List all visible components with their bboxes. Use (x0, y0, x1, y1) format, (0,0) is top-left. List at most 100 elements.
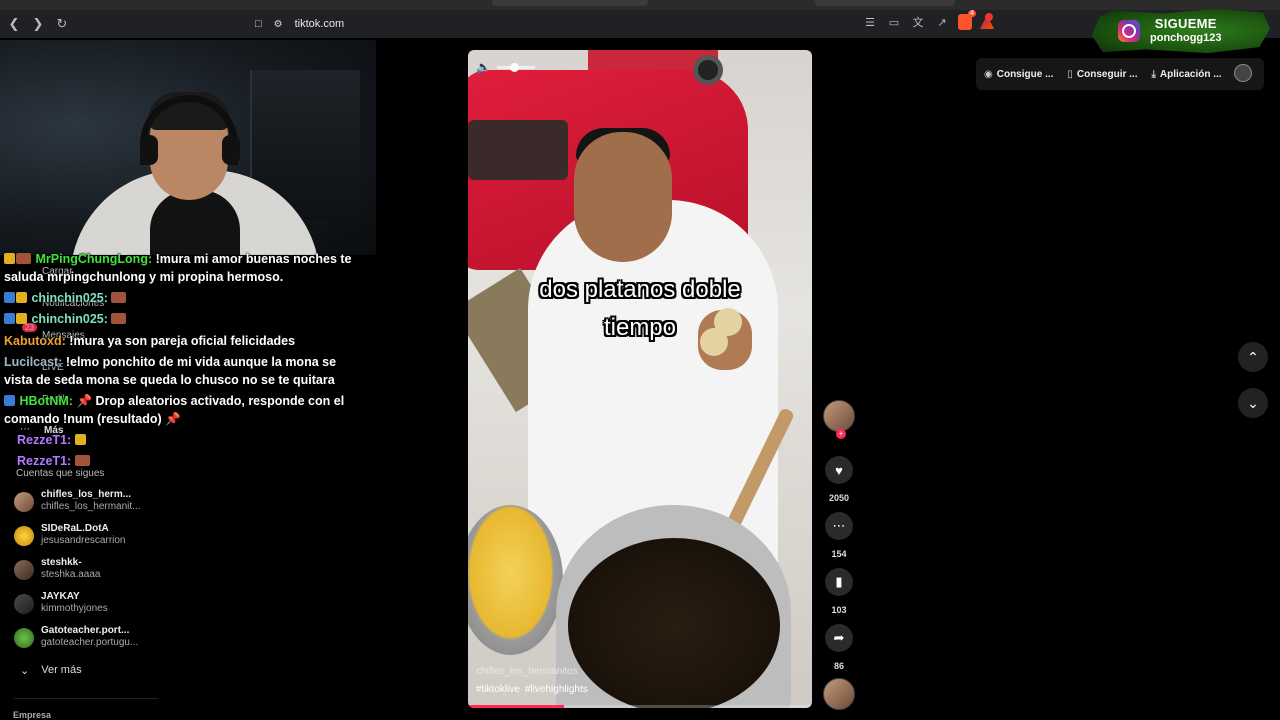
hashtag-link[interactable]: #livehighlights (525, 684, 588, 695)
account-name: SIDeRaL.DotA (41, 523, 109, 534)
site-info-icon[interactable]: ⚙ (274, 19, 283, 30)
bookmark-icon[interactable]: ▮ (825, 568, 853, 596)
chat-message: Kabutoxd: !mura ya son pareja oficial fe… (4, 332, 364, 350)
address-bar[interactable]: □ ⚙ tiktok.com (255, 14, 344, 34)
heart-icon[interactable]: ♥ (825, 456, 853, 484)
account-handle: steshka.aaaa (41, 569, 101, 580)
followed-account[interactable]: steshkk- steshka.aaaa (14, 556, 214, 586)
chevron-down-icon[interactable]: ⌄ (1238, 388, 1268, 418)
browser-tab[interactable] (815, 0, 955, 6)
avatar (14, 526, 34, 546)
emote-icon (16, 253, 31, 264)
forward-icon[interactable]: ❯ (28, 14, 48, 34)
overlay-username: ponchogg123 (1150, 32, 1222, 44)
share-count: 86 (833, 661, 844, 671)
chat-username: Kabutoxd: (4, 334, 66, 348)
user-avatar[interactable] (1234, 64, 1252, 82)
avatar (14, 560, 34, 580)
followed-account[interactable]: SIDeRaL.DotA jesusandrescarrion (14, 522, 214, 552)
video-progress[interactable] (468, 705, 812, 708)
see-more-label: Ver más (41, 664, 82, 676)
followed-account[interactable]: Gatoteacher.port... gatoteacher.portugu.… (14, 624, 214, 654)
video-scene-oil (568, 538, 780, 708)
cast-icon[interactable]: ▭ (886, 14, 902, 30)
account-name: steshkk- (41, 557, 82, 568)
avatar (14, 628, 34, 648)
followed-account[interactable]: JAYKAY kimmothyjones (14, 590, 214, 620)
like-count: 2050 (828, 493, 850, 503)
instagram-overlay: SIGUEME ponchogg123 (1092, 8, 1270, 54)
streamer-shirt (150, 190, 240, 255)
video-scene-face (574, 132, 672, 262)
desktop-app-label: Aplicación ... (1159, 68, 1222, 80)
share-icon[interactable]: ➦ (825, 624, 853, 652)
emote-icon (111, 313, 127, 324)
download-icon: ⤓ (1151, 68, 1156, 80)
chat-username: RezzeT1: (17, 454, 72, 468)
bookmark-icon[interactable]: □ (255, 18, 262, 30)
badge-icon (16, 292, 27, 303)
hashtag-link[interactable]: #tiktoklive (476, 684, 520, 695)
chevron-down-icon: ⌄ (20, 665, 30, 677)
browser-tab[interactable] (492, 0, 648, 6)
brave-shield-icon[interactable]: 4 (958, 10, 976, 30)
notification-dot (985, 13, 993, 21)
get-app-link[interactable]: ▯ Conseguir ... (1067, 69, 1137, 80)
volume-knob[interactable] (510, 62, 520, 72)
url-text[interactable]: tiktok.com (295, 18, 345, 30)
emote-icon (74, 455, 90, 466)
chat-message: chinchin025: (4, 310, 364, 328)
see-more-button[interactable]: ⌄ Ver más (20, 664, 82, 677)
volume-icon[interactable]: 🔈 (476, 60, 491, 74)
desktop-app-link[interactable]: ⤓ Aplicación ... (1151, 69, 1221, 80)
chat-message: Lucilcast: !elmo ponchito de mi vida aun… (4, 353, 364, 389)
footer-company[interactable]: Empresa (13, 710, 51, 720)
account-name: Gatoteacher.port... (41, 625, 130, 636)
chat-text: !mura ya son pareja oficial felicidades (69, 334, 296, 348)
divider (14, 698, 158, 699)
video-player[interactable]: dos platanos doble tiempo 🔈 chifles_los_… (468, 50, 812, 708)
tab-strip (0, 0, 1280, 10)
badge-icon (4, 395, 15, 406)
reload-icon[interactable]: ↻ (52, 14, 72, 34)
emote-icon (111, 292, 127, 303)
chat-username: chinchin025: (31, 291, 108, 305)
comment-icon[interactable]: ⋯ (825, 512, 853, 540)
chat-username: chinchin025: (31, 312, 108, 326)
account-name: JAYKAY (41, 591, 80, 602)
video-author[interactable]: chifles_los_hermanitos (476, 666, 578, 677)
share-icon[interactable]: ↗ (934, 14, 950, 30)
volume-control[interactable]: 🔈 (476, 60, 535, 74)
badge-icon (4, 292, 15, 303)
save-count: 103 (831, 605, 847, 615)
translate-icon[interactable]: 文 (910, 14, 926, 30)
account-handle: gatoteacher.portugu... (41, 637, 139, 648)
overlay-title: SIGUEME (1154, 16, 1217, 31)
browser-toolbar: ❮ ❯ ↻ □ ⚙ tiktok.com ☰ ▭ 文 ↗ 4 (0, 10, 1280, 38)
chat-message: MrPingChungLong: !mura mi amor buenas no… (4, 250, 364, 286)
creator-avatar[interactable]: + (823, 400, 855, 439)
pin-icon: 📌 (76, 394, 93, 408)
account-handle: chifles_los_hermanit... (41, 501, 141, 512)
badge-icon (4, 253, 15, 264)
chevron-up-icon[interactable]: ⌃ (1238, 342, 1268, 372)
reader-mode-icon[interactable]: ☰ (862, 14, 878, 30)
volume-slider[interactable] (496, 62, 535, 72)
headphone-cup (222, 135, 240, 165)
coins-link[interactable]: ◉ Consigue ... (984, 69, 1053, 80)
back-icon[interactable]: ❮ (4, 14, 24, 34)
avatar (14, 594, 34, 614)
account-name: chifles_los_herm... (41, 489, 132, 500)
coins-label: Consigue ... (996, 68, 1054, 80)
follow-icon[interactable]: + (836, 429, 846, 439)
video-caption: tiempo (603, 314, 677, 341)
pin-icon: 📌 (165, 412, 181, 426)
video-progress-fill (468, 705, 565, 708)
chat-message: chinchin025: (4, 289, 364, 307)
phone-icon: ▯ (1067, 68, 1073, 80)
coin-icon: ◉ (984, 68, 993, 80)
sound-avatar[interactable] (823, 678, 855, 710)
chat-username: MrPingChungLong: (35, 252, 153, 266)
followed-account[interactable]: chifles_los_herm... chifles_los_hermanit… (14, 488, 214, 518)
chat-username: Lucilcast: (4, 355, 63, 369)
